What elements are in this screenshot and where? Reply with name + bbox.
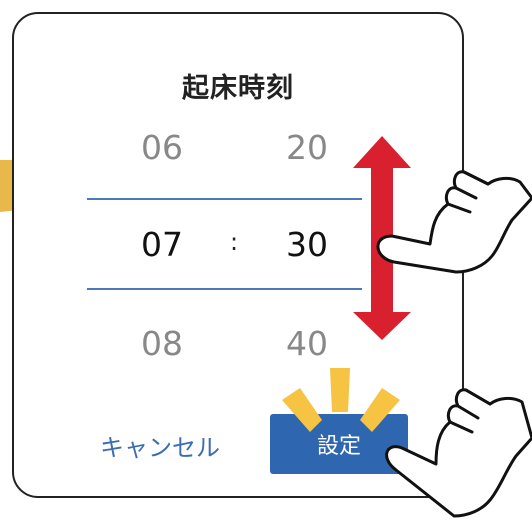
hour-selected[interactable]: 07 (107, 225, 217, 264)
cancel-button[interactable]: キャンセル (95, 428, 225, 463)
dialog-title: 起床時刻 (182, 73, 294, 104)
set-button-label: 設定 (316, 434, 361, 459)
minute-option-next[interactable]: 40 (252, 324, 362, 363)
hour-option-next[interactable]: 08 (107, 324, 217, 363)
minute-selected[interactable]: 30 (252, 225, 362, 264)
time-separator: : (229, 228, 239, 256)
minute-option-prev[interactable]: 20 (252, 128, 362, 167)
hour-option-prev[interactable]: 06 (107, 128, 217, 167)
selection-line-top (87, 198, 362, 200)
set-button[interactable]: 設定 (270, 414, 408, 474)
selection-line-bottom (87, 288, 362, 290)
